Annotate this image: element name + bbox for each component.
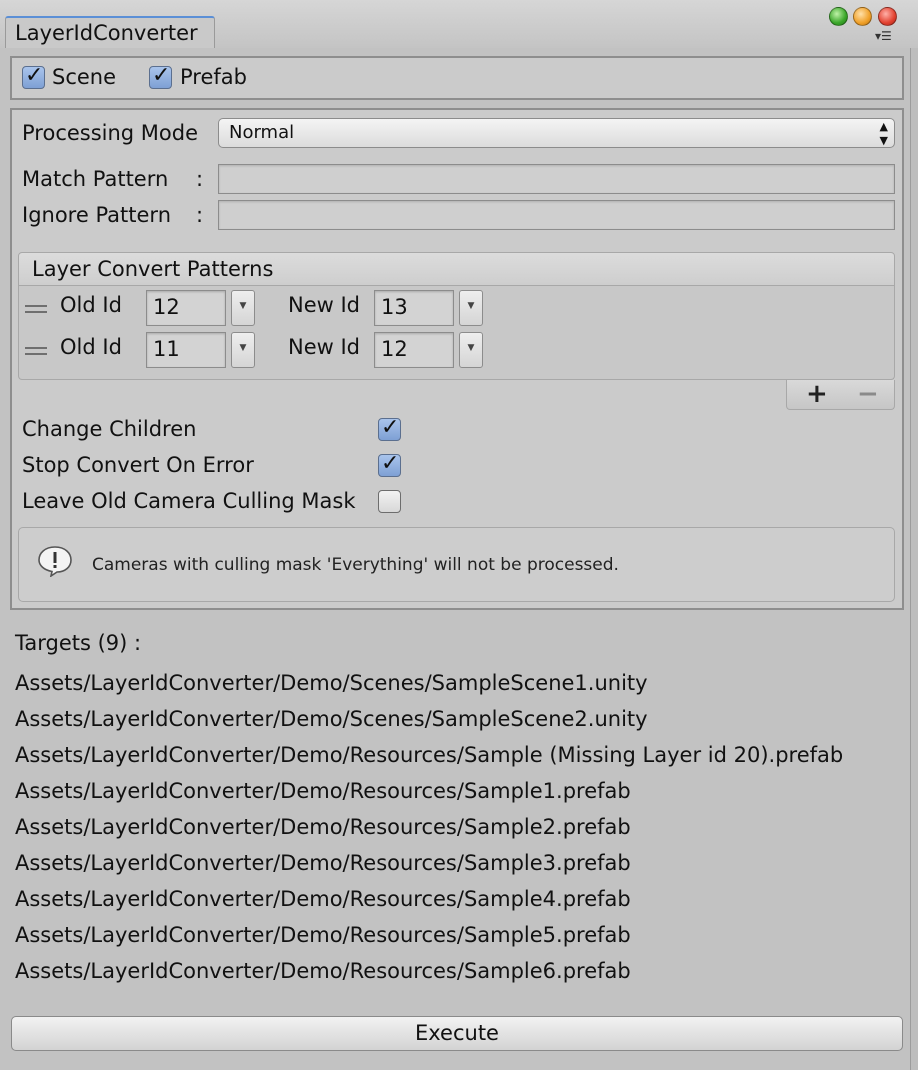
target-item[interactable]: Assets/LayerIdConverter/Demo/Resources/S… — [15, 850, 631, 876]
list-footer: + − — [786, 380, 895, 410]
leave-old-camera-culling-mask-label: Leave Old Camera Culling Mask — [22, 489, 356, 513]
patterns-list-header: Layer Convert Patterns — [18, 252, 895, 286]
new-id-picker-button[interactable]: ▼ — [459, 290, 483, 326]
match-pattern-label: Match Pattern — [22, 167, 169, 191]
old-id-field[interactable]: 12 — [146, 290, 226, 326]
target-item[interactable]: Assets/LayerIdConverter/Demo/Scenes/Samp… — [15, 670, 648, 696]
prefab-checkbox[interactable]: ✓ — [149, 63, 172, 89]
remove-pattern-button[interactable]: − — [857, 380, 879, 408]
change-children-checkbox[interactable]: ✓ — [378, 415, 401, 441]
maximize-button[interactable] — [829, 7, 848, 26]
target-item[interactable]: Assets/LayerIdConverter/Demo/Resources/S… — [15, 886, 631, 912]
help-message: Cameras with culling mask 'Everything' w… — [92, 555, 619, 575]
ignore-pattern-colon: : — [196, 203, 204, 227]
processing-mode-value: Normal — [229, 122, 295, 143]
new-id-picker-button[interactable]: ▼ — [459, 332, 483, 368]
close-button[interactable] — [878, 7, 897, 26]
add-pattern-button[interactable]: + — [806, 380, 828, 408]
old-id-label: Old Id — [60, 335, 122, 359]
scene-label: Scene — [52, 65, 117, 89]
old-id-picker-button[interactable]: ▼ — [231, 290, 255, 326]
processing-mode-label: Processing Mode — [22, 121, 199, 145]
info-help-box: Cameras with culling mask 'Everything' w… — [18, 527, 895, 602]
targets-header: Targets (9) : — [15, 631, 142, 655]
prefab-label: Prefab — [180, 65, 247, 89]
processing-mode-dropdown[interactable]: Normal ▲ ▼ — [218, 118, 895, 148]
change-children-label: Change Children — [22, 417, 197, 441]
leave-old-camera-culling-mask-checkbox[interactable] — [378, 490, 401, 513]
drag-handle-icon[interactable] — [25, 347, 47, 355]
match-pattern-colon: : — [196, 167, 204, 191]
title-bar: LayerIdConverter ▾☰ — [0, 0, 918, 48]
ignore-pattern-label: Ignore Pattern — [22, 203, 171, 227]
context-menu-icon[interactable]: ▾☰ — [875, 30, 892, 42]
target-item[interactable]: Assets/LayerIdConverter/Demo/Scenes/Samp… — [15, 706, 648, 732]
ignore-pattern-input[interactable] — [218, 200, 895, 230]
filter-box — [10, 56, 904, 100]
patterns-header-label: Layer Convert Patterns — [32, 257, 274, 281]
target-item[interactable]: Assets/LayerIdConverter/Demo/Resources/S… — [15, 778, 631, 804]
match-pattern-input[interactable] — [218, 164, 895, 194]
stop-convert-on-error-checkbox[interactable]: ✓ — [378, 451, 401, 477]
target-item[interactable]: Assets/LayerIdConverter/Demo/Resources/S… — [15, 742, 843, 768]
updown-arrows-icon: ▲ ▼ — [879, 120, 888, 147]
stop-convert-on-error-label: Stop Convert On Error — [22, 453, 254, 477]
checkmark-icon: ✓ — [381, 451, 400, 476]
checkmark-icon: ✓ — [25, 63, 44, 88]
info-icon — [38, 546, 72, 577]
new-id-field[interactable]: 12 — [374, 332, 454, 368]
scene-checkbox[interactable]: ✓ — [22, 63, 45, 89]
execute-button[interactable]: Execute — [11, 1016, 903, 1051]
old-id-picker-button[interactable]: ▼ — [231, 332, 255, 368]
new-id-field[interactable]: 13 — [374, 290, 454, 326]
minimize-button[interactable] — [853, 7, 872, 26]
checkmark-icon: ✓ — [152, 63, 171, 88]
old-id-field[interactable]: 11 — [146, 332, 226, 368]
target-item[interactable]: Assets/LayerIdConverter/Demo/Resources/S… — [15, 958, 631, 984]
drag-handle-icon[interactable] — [25, 305, 47, 313]
checkmark-icon: ✓ — [381, 415, 400, 440]
target-item[interactable]: Assets/LayerIdConverter/Demo/Resources/S… — [15, 814, 631, 840]
old-id-label: Old Id — [60, 293, 122, 317]
window-tab[interactable]: LayerIdConverter — [5, 16, 215, 48]
target-item[interactable]: Assets/LayerIdConverter/Demo/Resources/S… — [15, 922, 631, 948]
new-id-label: New Id — [288, 293, 361, 317]
new-id-label: New Id — [288, 335, 361, 359]
